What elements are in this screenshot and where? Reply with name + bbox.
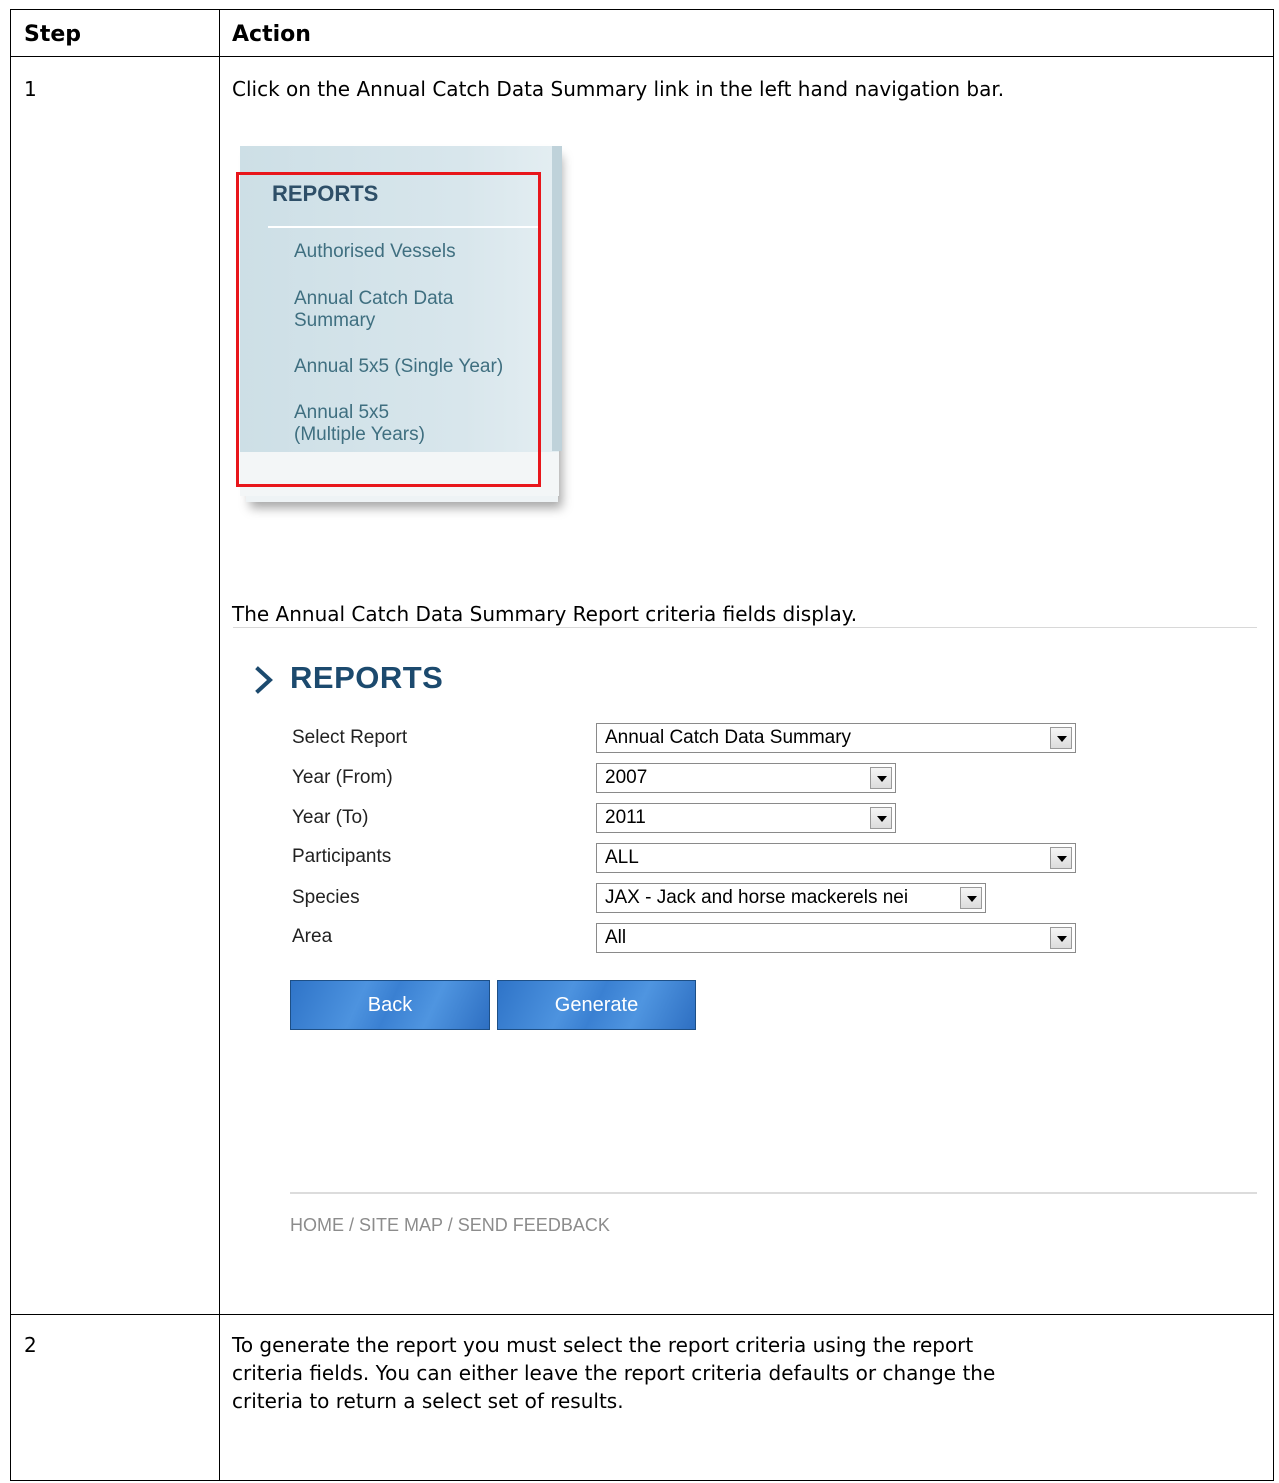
select-report-value: Annual Catch Data Summary xyxy=(605,727,852,748)
instruction-line: criteria fields. You can either leave th… xyxy=(232,1361,996,1385)
dropdown-arrow-icon[interactable] xyxy=(1050,927,1072,949)
participants-label: Participants xyxy=(292,846,392,867)
table-column-divider xyxy=(219,9,220,1481)
year-from-dropdown[interactable]: 2007 xyxy=(596,763,896,793)
footer-divider xyxy=(290,1192,1257,1194)
species-dropdown[interactable]: JAX - Jack and horse mackerels nei xyxy=(596,883,986,913)
year-from-label: Year (From) xyxy=(292,767,393,788)
species-value: JAX - Jack and horse mackerels nei xyxy=(605,887,909,908)
reports-page-title: REPORTS xyxy=(290,660,444,695)
chevron-right-icon xyxy=(255,666,273,694)
year-to-dropdown[interactable]: 2011 xyxy=(596,803,896,833)
table-row-divider xyxy=(10,1314,1274,1315)
step-instruction: To generate the report you must select t… xyxy=(232,1331,995,1415)
step-number: 2 xyxy=(24,1333,37,1357)
nav-panel-edge xyxy=(552,146,562,451)
footer-site-map-link[interactable]: SITE MAP xyxy=(359,1215,443,1235)
table-header-divider xyxy=(10,56,1274,57)
year-to-label: Year (To) xyxy=(292,807,369,828)
species-label: Species xyxy=(292,887,360,908)
generate-button[interactable]: Generate xyxy=(497,980,696,1030)
year-from-value: 2007 xyxy=(605,767,648,788)
footer-links: HOME / SITE MAP / SEND FEEDBACK xyxy=(290,1215,610,1236)
dropdown-arrow-icon[interactable] xyxy=(1050,727,1072,749)
dropdown-arrow-icon[interactable] xyxy=(1050,847,1072,869)
footer-send-feedback-link[interactable]: SEND FEEDBACK xyxy=(458,1215,610,1235)
area-dropdown[interactable]: All xyxy=(596,923,1076,953)
instruction-line: To generate the report you must select t… xyxy=(232,1333,974,1357)
step-instruction: Click on the Annual Catch Data Summary l… xyxy=(232,77,1005,101)
back-button[interactable]: Back xyxy=(290,980,490,1030)
dropdown-arrow-icon[interactable] xyxy=(960,887,982,909)
area-value: All xyxy=(605,927,627,948)
instruction-line: criteria to return a select set of resul… xyxy=(232,1389,624,1413)
area-label: Area xyxy=(292,926,333,947)
dropdown-arrow-icon[interactable] xyxy=(870,807,892,829)
footer-separator: / xyxy=(447,1215,453,1235)
year-to-value: 2011 xyxy=(605,807,646,828)
dropdown-arrow-icon[interactable] xyxy=(870,767,892,789)
footer-separator: / xyxy=(349,1215,355,1235)
screenshot-top-rule xyxy=(233,627,1257,628)
select-report-dropdown[interactable]: Annual Catch Data Summary xyxy=(596,723,1076,753)
participants-dropdown[interactable]: ALL xyxy=(596,843,1076,873)
highlight-box xyxy=(236,172,541,487)
participants-value: ALL xyxy=(605,847,639,868)
footer-home-link[interactable]: HOME xyxy=(290,1215,344,1235)
select-report-label: Select Report xyxy=(292,727,408,748)
step-number: 1 xyxy=(24,77,37,101)
step-column-header: Step xyxy=(24,22,82,47)
display-note: The Annual Catch Data Summary Report cri… xyxy=(232,602,858,626)
action-column-header: Action xyxy=(232,22,311,47)
